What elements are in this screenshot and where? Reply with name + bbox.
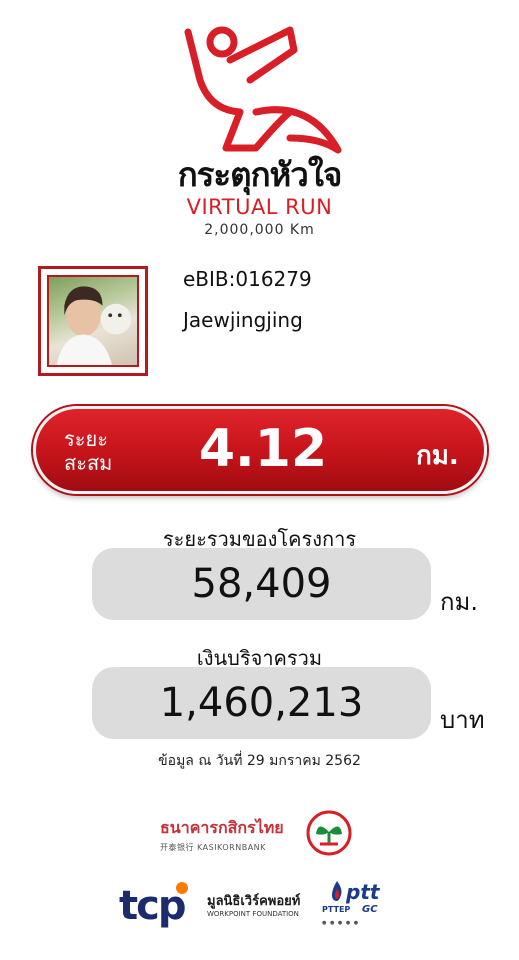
accumulated-distance-unit: กม. bbox=[416, 441, 459, 471]
gc-logo: GC bbox=[362, 904, 378, 915]
accumulated-distance-bar: ระยะ สะสม 4.12 กม. bbox=[33, 406, 487, 494]
kbank-thai-name: ธนาคารกสิกรไทย bbox=[160, 818, 284, 837]
ptt-logo: ptt bbox=[346, 880, 380, 904]
avatar-photo bbox=[47, 275, 139, 367]
logo-title: กระตุกหัวใจ bbox=[177, 155, 343, 194]
donation-total-unit: บาท bbox=[440, 706, 485, 734]
data-date-note: ข้อมูล ณ วันที่ 29 มกราคม 2562 bbox=[158, 753, 361, 769]
tcp-logo: tcp bbox=[119, 883, 186, 929]
logo-subtitle: VIRTUAL RUN bbox=[186, 195, 333, 219]
kbank-logo-icon bbox=[306, 810, 352, 856]
ptt-flame-icon bbox=[332, 881, 342, 901]
logo-distance-goal: 2,000,000 Km bbox=[204, 222, 315, 238]
kbank-english-name: 开泰银行 KASIKORNBANK bbox=[160, 843, 266, 852]
runner-name: Jaewjingjing bbox=[183, 308, 303, 332]
workpoint-english-name: WORKPOINT FOUNDATION bbox=[207, 910, 299, 918]
workpoint-thai-name: มูลนิธิเวิร์คพอยท์ bbox=[207, 894, 301, 909]
ebib-number: eBIB:016279 bbox=[183, 267, 312, 291]
portrait-icon bbox=[56, 286, 132, 365]
project-total-value: 58,409 bbox=[92, 548, 431, 620]
ptt-group-marks: ● ● ● ● ● bbox=[322, 920, 360, 926]
logo-heart-runner-icon bbox=[184, 26, 342, 154]
avatar bbox=[38, 266, 148, 376]
donation-total-value: 1,460,213 bbox=[92, 667, 431, 739]
pttep-logo: PTTEP bbox=[322, 905, 351, 914]
project-total-unit: กม. bbox=[440, 588, 478, 616]
tcp-dot-icon bbox=[176, 882, 188, 894]
